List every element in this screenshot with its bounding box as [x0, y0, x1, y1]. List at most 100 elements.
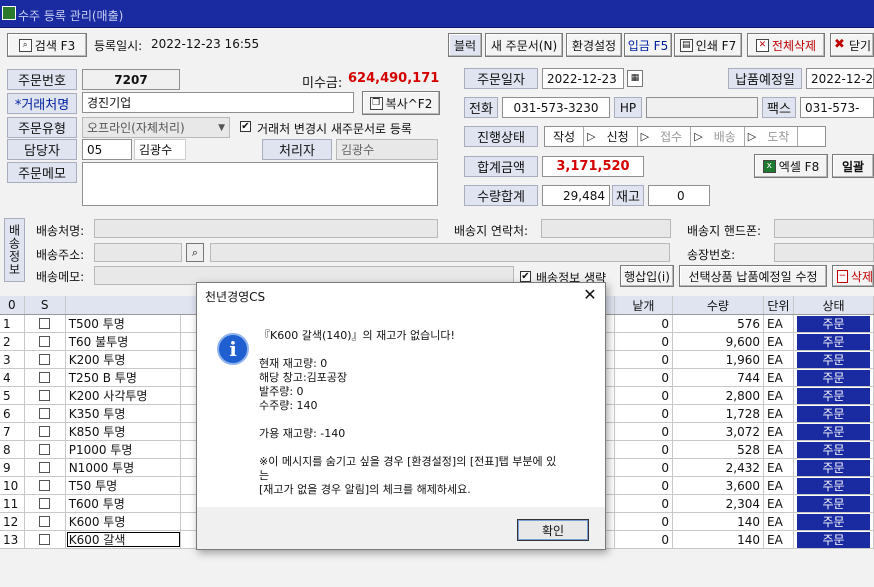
status-badge[interactable]: 주문 — [797, 387, 870, 404]
status-cell[interactable]: 주문 — [794, 441, 874, 458]
manager-code-field[interactable]: 05 — [82, 139, 132, 160]
row-select[interactable] — [25, 315, 66, 332]
delete-row-button[interactable]: − 삭제 — [832, 265, 874, 287]
copy-button[interactable]: ❐ 복사^F2 — [362, 91, 440, 115]
row-checkbox[interactable] — [39, 498, 51, 509]
product-name-cell[interactable]: N1000 투명 — [66, 459, 181, 476]
calendar-icon[interactable]: ▦ — [627, 70, 643, 87]
row-checkbox[interactable] — [39, 336, 51, 347]
status-cell[interactable]: 주문 — [794, 495, 874, 512]
each-cell[interactable]: 0 — [615, 513, 673, 530]
qty-cell[interactable]: 744 — [673, 369, 764, 386]
status-cell[interactable]: 주문 — [794, 423, 874, 440]
order-date-field[interactable]: 2022-12-23 — [542, 68, 624, 89]
row-select[interactable] — [25, 369, 66, 386]
product-name-cell[interactable]: T500 투명 — [66, 315, 181, 332]
product-name-cell[interactable]: T60 불투명 — [66, 333, 181, 350]
block-button[interactable]: 블럭 — [448, 33, 482, 57]
row-checkbox[interactable] — [39, 318, 51, 329]
row-select[interactable] — [25, 423, 66, 440]
product-name-cell[interactable]: T250 B 투명 — [66, 369, 181, 386]
unit-cell[interactable]: EA — [764, 405, 795, 422]
unit-cell[interactable]: EA — [764, 495, 795, 512]
status-badge[interactable]: 주문 — [797, 513, 870, 530]
delete-all-button[interactable]: ✕ 전체삭제 — [747, 33, 825, 57]
unit-cell[interactable]: EA — [764, 441, 795, 458]
row-checkbox[interactable] — [39, 390, 51, 401]
hp-field[interactable] — [646, 97, 758, 118]
each-cell[interactable]: 0 — [615, 369, 673, 386]
qty-cell[interactable]: 1,728 — [673, 405, 764, 422]
status-cell[interactable]: 주문 — [794, 513, 874, 530]
unit-cell[interactable]: EA — [764, 477, 795, 494]
invoice-field[interactable] — [774, 243, 874, 262]
env-settings-button[interactable]: 환경설정 — [566, 33, 622, 57]
row-select[interactable] — [25, 333, 66, 350]
row-checkbox[interactable] — [39, 408, 51, 419]
row-checkbox[interactable] — [39, 480, 51, 491]
step-ship[interactable]: 배송 — [706, 127, 745, 146]
row-select[interactable] — [25, 351, 66, 368]
status-badge[interactable]: 주문 — [797, 351, 870, 368]
status-cell[interactable]: 주문 — [794, 531, 874, 548]
row-checkbox[interactable] — [39, 444, 51, 455]
product-name-cell[interactable]: K850 투명 — [66, 423, 181, 440]
order-type-select[interactable]: 오프라인(자체처리) ▼ — [82, 117, 230, 138]
deposit-button[interactable]: 입금 F5 — [624, 33, 672, 57]
each-cell[interactable]: 0 — [615, 441, 673, 458]
qty-cell[interactable]: 140 — [673, 513, 764, 530]
close-icon[interactable]: ✕ — [581, 286, 599, 304]
unit-cell[interactable]: EA — [764, 315, 795, 332]
close-button[interactable]: ✖ 닫기 — [830, 33, 874, 57]
processor-field[interactable]: 김광수 — [336, 139, 438, 160]
col-header[interactable]: S — [25, 296, 66, 314]
each-cell[interactable]: 0 — [615, 531, 673, 548]
row-checkbox[interactable] — [39, 516, 51, 527]
product-name-cell[interactable]: K200 투명 — [66, 351, 181, 368]
batch-button[interactable]: 일괄 — [832, 154, 874, 178]
each-cell[interactable]: 0 — [615, 405, 673, 422]
qty-cell[interactable]: 140 — [673, 531, 764, 548]
delivery-date-field[interactable]: 2022-12-2 — [806, 68, 874, 89]
memo-field[interactable] — [82, 162, 438, 206]
unit-cell[interactable]: EA — [764, 531, 795, 548]
product-name-cell[interactable]: K600 갈색 — [66, 531, 181, 548]
qty-cell[interactable]: 1,960 — [673, 351, 764, 368]
col-header[interactable]: 0 — [0, 296, 25, 314]
status-badge[interactable]: 주문 — [797, 315, 870, 332]
step-apply[interactable]: 신청 — [599, 127, 638, 146]
status-cell[interactable]: 주문 — [794, 315, 874, 332]
col-header[interactable]: 수량 — [673, 296, 764, 314]
qty-cell[interactable]: 2,432 — [673, 459, 764, 476]
status-cell[interactable]: 주문 — [794, 405, 874, 422]
each-cell[interactable]: 0 — [615, 315, 673, 332]
col-header[interactable]: 상태 — [794, 296, 874, 314]
phone-field[interactable]: 031-573-3230 — [502, 97, 610, 118]
status-cell[interactable]: 주문 — [794, 459, 874, 476]
client-field[interactable]: 경진기업 — [82, 92, 354, 113]
each-cell[interactable]: 0 — [615, 459, 673, 476]
row-checkbox[interactable] — [39, 426, 51, 437]
product-name-cell[interactable]: T50 투명 — [66, 477, 181, 494]
ship-address-field[interactable] — [210, 243, 670, 262]
row-checkbox[interactable] — [39, 534, 51, 545]
each-cell[interactable]: 0 — [615, 477, 673, 494]
product-name-cell[interactable]: K200 사각투명 — [66, 387, 181, 404]
qty-cell[interactable]: 2,800 — [673, 387, 764, 404]
status-cell[interactable]: 주문 — [794, 351, 874, 368]
row-select[interactable] — [25, 441, 66, 458]
row-select[interactable] — [25, 459, 66, 476]
col-header[interactable]: 단위 — [764, 296, 795, 314]
product-name-cell[interactable]: T600 투명 — [66, 495, 181, 512]
print-button[interactable]: ▤ 인쇄 F7 — [674, 33, 742, 57]
row-select[interactable] — [25, 405, 66, 422]
each-cell[interactable]: 0 — [615, 423, 673, 440]
each-cell[interactable]: 0 — [615, 387, 673, 404]
row-select[interactable] — [25, 477, 66, 494]
unit-cell[interactable]: EA — [764, 459, 795, 476]
unit-cell[interactable]: EA — [764, 333, 795, 350]
new-order-button[interactable]: 새 주문서(N) — [485, 33, 563, 57]
status-badge[interactable]: 주문 — [797, 495, 870, 512]
insert-row-button[interactable]: 행삽입(i) — [620, 265, 674, 287]
step-receive[interactable]: 접수 — [652, 127, 692, 146]
